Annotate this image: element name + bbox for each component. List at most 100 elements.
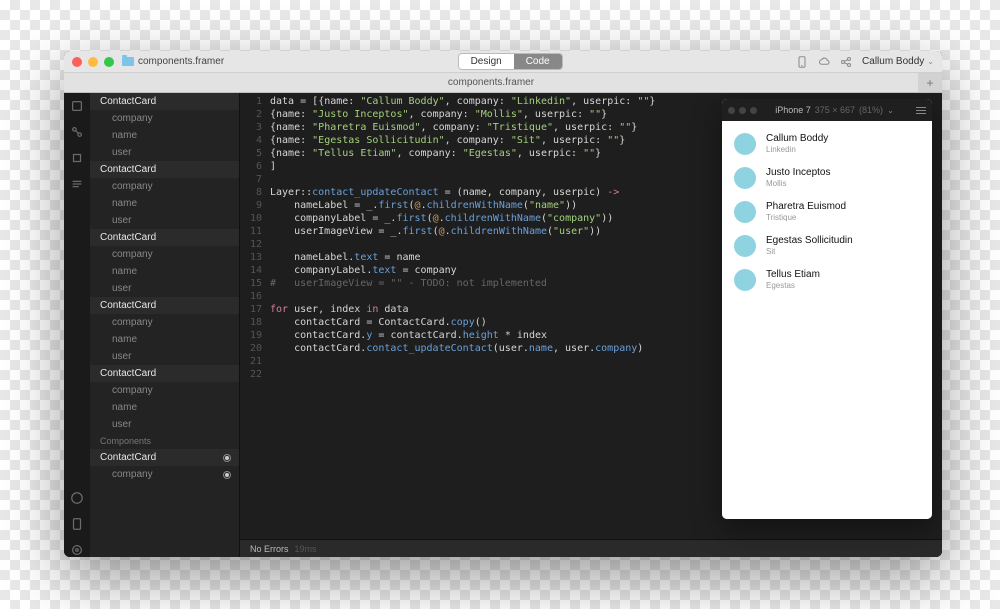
outline-child[interactable]: company [90, 314, 239, 331]
app-window: components.framer Design Code Callum Bod… [64, 51, 942, 557]
preview-panel: iPhone 7 375 × 667 (81%) ⌄ Callum Boddy … [722, 99, 932, 519]
contact-company: Tristique [766, 213, 846, 223]
project-name: components.framer [138, 56, 224, 67]
chevron-down-icon: ⌄ [927, 57, 934, 66]
contact-name: Tellus Etiam [766, 269, 820, 281]
outline-group[interactable]: ContactCard [90, 93, 239, 110]
outline-group[interactable]: ContactCard [90, 297, 239, 314]
device-icon[interactable] [796, 56, 808, 68]
dot-icon [750, 107, 757, 114]
code-tab[interactable]: Code [514, 54, 562, 69]
contact-text: Pharetra Euismod Tristique [766, 201, 846, 223]
outline-group[interactable]: ContactCard [90, 229, 239, 246]
preview-dims: 375 × 667 [815, 105, 855, 115]
close-window-button[interactable] [72, 57, 82, 67]
cloud-icon[interactable] [818, 56, 830, 68]
mode-segment: Design Code [458, 53, 563, 70]
preview-menu-icon[interactable] [912, 107, 926, 114]
contact-company: Mollis [766, 179, 830, 189]
account-name: Callum Boddy [862, 56, 924, 67]
file-tab-label: components.framer [448, 77, 534, 88]
project-title: components.framer [122, 56, 224, 67]
outline-child[interactable]: company [90, 178, 239, 195]
outline-child[interactable]: user [90, 144, 239, 161]
avatar [734, 133, 756, 155]
contact-name: Egestas Sollicitudin [766, 235, 853, 247]
outline-child[interactable]: user [90, 212, 239, 229]
outline-child[interactable]: company [90, 110, 239, 127]
contact-company: Linkedin [766, 145, 828, 155]
contact-company: Egestas [766, 281, 820, 291]
contact-text: Egestas Sollicitudin Sit [766, 235, 853, 257]
file-tab[interactable]: components.framer [64, 73, 918, 92]
editor-area: 12345678910111213141516171819202122 data… [240, 93, 942, 557]
outline-child[interactable]: company [90, 246, 239, 263]
contact-text: Justo Inceptos Mollis [766, 167, 830, 189]
contact-text: Tellus Etiam Egestas [766, 269, 820, 291]
preview-device: iPhone 7 [775, 105, 811, 115]
plus-icon: + [926, 76, 933, 90]
titlebar: components.framer Design Code Callum Bod… [64, 51, 942, 73]
minimize-window-button[interactable] [88, 57, 98, 67]
dot-icon [739, 107, 746, 114]
maximize-window-button[interactable] [104, 57, 114, 67]
contact-name: Callum Boddy [766, 133, 828, 145]
contact-row[interactable]: Egestas Sollicitudin Sit [722, 229, 932, 263]
layers-icon[interactable] [70, 99, 84, 113]
contact-row[interactable]: Callum Boddy Linkedin [722, 127, 932, 161]
outline-child[interactable]: user [90, 348, 239, 365]
status-time: 19ms [295, 544, 317, 554]
preview-scale: (81%) [859, 105, 883, 115]
tabstrip: components.framer + [64, 73, 942, 93]
contact-text: Callum Boddy Linkedin [766, 133, 828, 155]
body: ContactCardcompanynameuserContactCardcom… [64, 93, 942, 557]
contact-row[interactable]: Pharetra Euismod Tristique [722, 195, 932, 229]
link-icon[interactable] [70, 125, 84, 139]
preview-window-dots [728, 107, 757, 114]
contact-row[interactable]: Justo Inceptos Mollis [722, 161, 932, 195]
outline-component[interactable]: ContactCard [90, 449, 239, 466]
outline-section-label: Components [90, 433, 239, 449]
new-tab-button[interactable]: + [918, 73, 942, 92]
avatar [734, 201, 756, 223]
outline-child[interactable]: user [90, 416, 239, 433]
chevron-down-icon: ⌄ [887, 106, 894, 115]
outline-group[interactable]: ContactCard [90, 161, 239, 178]
outline-child[interactable]: company [90, 382, 239, 399]
radio-icon [223, 454, 231, 462]
list-icon[interactable] [70, 177, 84, 191]
status-label: No Errors [250, 544, 289, 554]
outline-child[interactable]: name [90, 195, 239, 212]
outline-child[interactable]: name [90, 127, 239, 144]
outline-child[interactable]: user [90, 280, 239, 297]
account-menu[interactable]: Callum Boddy ⌄ [862, 56, 934, 67]
folder-icon [122, 57, 134, 66]
docs-icon[interactable] [70, 517, 84, 531]
contact-company: Sit [766, 247, 853, 257]
tool-rail [64, 93, 90, 557]
avatar [734, 235, 756, 257]
avatar [734, 167, 756, 189]
radio-icon [223, 471, 231, 479]
avatar [734, 269, 756, 291]
outline-child[interactable]: name [90, 399, 239, 416]
line-gutter: 12345678910111213141516171819202122 [240, 95, 270, 539]
outline-component-child[interactable]: company [90, 466, 239, 483]
dot-icon [728, 107, 735, 114]
contact-row[interactable]: Tellus Etiam Egestas [722, 263, 932, 297]
contact-name: Pharetra Euismod [766, 201, 846, 213]
share-icon[interactable] [840, 56, 852, 68]
outline-child[interactable]: name [90, 263, 239, 280]
preview-header: iPhone 7 375 × 667 (81%) ⌄ [722, 99, 932, 121]
design-tab[interactable]: Design [459, 54, 514, 69]
settings-icon[interactable] [70, 543, 84, 557]
help-icon[interactable] [70, 491, 84, 505]
window-controls [72, 57, 114, 67]
preview-device-selector[interactable]: iPhone 7 375 × 667 (81%) ⌄ [763, 105, 906, 115]
contact-name: Justo Inceptos [766, 167, 830, 179]
layer-outline[interactable]: ContactCardcompanynameuserContactCardcom… [90, 93, 240, 557]
frame-icon[interactable] [70, 151, 84, 165]
preview-content[interactable]: Callum Boddy Linkedin Justo Inceptos Mol… [722, 121, 932, 519]
outline-child[interactable]: name [90, 331, 239, 348]
outline-group[interactable]: ContactCard [90, 365, 239, 382]
